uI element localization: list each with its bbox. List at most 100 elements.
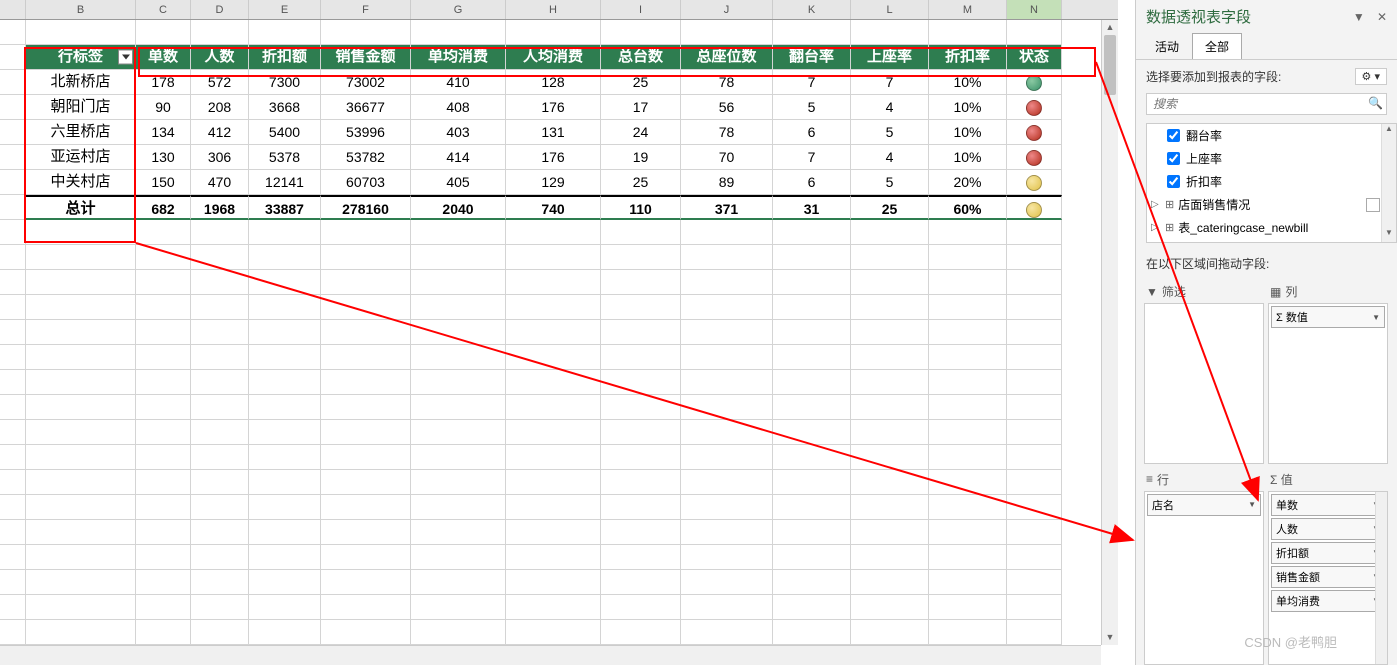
horizontal-scrollbar[interactable] xyxy=(0,645,1101,665)
total-cell[interactable]: 371 xyxy=(681,195,773,220)
data-cell[interactable]: 572 xyxy=(191,70,249,95)
field-search-input[interactable] xyxy=(1146,93,1387,115)
filter-zone[interactable]: ▼筛选 xyxy=(1144,280,1264,464)
data-cell[interactable]: 78 xyxy=(681,70,773,95)
data-cell[interactable]: 470 xyxy=(191,170,249,195)
zone-item[interactable]: Σ 数值▼ xyxy=(1271,306,1385,328)
rows-zone[interactable]: ≡行 店名▼ xyxy=(1144,468,1264,665)
data-cell[interactable]: 70 xyxy=(681,145,773,170)
scroll-thumb[interactable] xyxy=(1104,35,1116,95)
zone-item[interactable]: 单数▼ xyxy=(1271,494,1385,516)
pivot-header[interactable]: 人数 xyxy=(191,45,249,70)
field-item[interactable]: 翻台率 xyxy=(1147,124,1396,147)
data-cell[interactable]: 25 xyxy=(601,70,681,95)
data-cell[interactable]: 403 xyxy=(411,120,506,145)
data-cell[interactable]: 176 xyxy=(506,95,601,120)
data-cell[interactable]: 5 xyxy=(851,120,929,145)
data-cell[interactable]: 134 xyxy=(136,120,191,145)
data-cell[interactable]: 412 xyxy=(191,120,249,145)
data-cell[interactable]: 10% xyxy=(929,145,1007,170)
total-cell[interactable]: 33887 xyxy=(249,195,321,220)
data-cell[interactable]: 410 xyxy=(411,70,506,95)
tab-all[interactable]: 全部 xyxy=(1192,33,1242,59)
data-cell[interactable]: 7300 xyxy=(249,70,321,95)
data-cell[interactable]: 129 xyxy=(506,170,601,195)
data-cell[interactable]: 130 xyxy=(136,145,191,170)
data-cell[interactable]: 89 xyxy=(681,170,773,195)
pivot-header[interactable]: 翻台率 xyxy=(773,45,851,70)
data-cell[interactable]: 128 xyxy=(506,70,601,95)
tab-active[interactable]: 活动 xyxy=(1142,33,1192,59)
pivot-header[interactable]: 状态 xyxy=(1007,45,1062,70)
col-header-L[interactable]: L xyxy=(851,0,929,19)
vertical-scrollbar[interactable]: ▲ ▼ xyxy=(1101,20,1118,645)
col-header-K[interactable]: K xyxy=(773,0,851,19)
data-cell[interactable]: 78 xyxy=(681,120,773,145)
total-cell[interactable]: 278160 xyxy=(321,195,411,220)
total-cell[interactable]: 1968 xyxy=(191,195,249,220)
col-header-G[interactable]: G xyxy=(411,0,506,19)
data-cell[interactable]: 306 xyxy=(191,145,249,170)
pivot-header[interactable]: 单均消费 xyxy=(411,45,506,70)
total-cell[interactable]: 2040 xyxy=(411,195,506,220)
data-cell[interactable]: 5378 xyxy=(249,145,321,170)
data-cell[interactable]: 5400 xyxy=(249,120,321,145)
col-header-N[interactable]: N xyxy=(1007,0,1062,19)
data-cell[interactable]: 24 xyxy=(601,120,681,145)
data-cell[interactable]: 56 xyxy=(681,95,773,120)
data-cell[interactable]: 5 xyxy=(773,95,851,120)
col-header-C[interactable]: C xyxy=(136,0,191,19)
data-cell[interactable]: 178 xyxy=(136,70,191,95)
total-cell[interactable]: 110 xyxy=(601,195,681,220)
data-cell[interactable]: 4 xyxy=(851,145,929,170)
data-cell[interactable]: 36677 xyxy=(321,95,411,120)
data-cell[interactable]: 60703 xyxy=(321,170,411,195)
data-cell[interactable]: 53996 xyxy=(321,120,411,145)
row-label-header[interactable]: 行标签 xyxy=(26,45,136,70)
field-list[interactable]: 翻台率上座率折扣率▷⊞店面销售情况▷⊞表_cateringcase_newbil… xyxy=(1146,123,1397,243)
data-cell[interactable]: 53782 xyxy=(321,145,411,170)
row-label[interactable]: 朝阳门店 xyxy=(26,95,136,120)
zone-item[interactable]: 销售金额▼ xyxy=(1271,566,1385,588)
row-label[interactable]: 中关村店 xyxy=(26,170,136,195)
col-header-H[interactable]: H xyxy=(506,0,601,19)
data-cell[interactable]: 131 xyxy=(506,120,601,145)
total-cell[interactable]: 740 xyxy=(506,195,601,220)
row-label[interactable]: 六里桥店 xyxy=(26,120,136,145)
col-header-I[interactable]: I xyxy=(601,0,681,19)
data-cell[interactable]: 73002 xyxy=(321,70,411,95)
field-scroll-up[interactable]: ▲ xyxy=(1382,124,1396,138)
data-cell[interactable]: 10% xyxy=(929,95,1007,120)
pivot-header[interactable]: 上座率 xyxy=(851,45,929,70)
pivot-header[interactable]: 总台数 xyxy=(601,45,681,70)
pivot-header[interactable]: 折扣额 xyxy=(249,45,321,70)
field-checkbox[interactable] xyxy=(1167,152,1180,165)
zone-item[interactable]: 店名▼ xyxy=(1147,494,1261,516)
data-cell[interactable]: 19 xyxy=(601,145,681,170)
row-label[interactable]: 北新桥店 xyxy=(26,70,136,95)
data-cell[interactable]: 405 xyxy=(411,170,506,195)
data-cell[interactable]: 3668 xyxy=(249,95,321,120)
zone-item[interactable]: 人数▼ xyxy=(1271,518,1385,540)
data-cell[interactable]: 10% xyxy=(929,120,1007,145)
pivot-header[interactable]: 单数 xyxy=(136,45,191,70)
grid-body[interactable]: 行标签单数人数折扣额销售金额单均消费人均消费总台数总座位数翻台率上座率折扣率状态… xyxy=(0,20,1118,665)
gear-button[interactable]: ⚙ ▾ xyxy=(1355,68,1387,85)
zone-item[interactable]: 折扣额▼ xyxy=(1271,542,1385,564)
total-cell[interactable]: 25 xyxy=(851,195,929,220)
field-item[interactable]: 折扣率 xyxy=(1147,170,1396,193)
data-cell[interactable]: 6 xyxy=(773,120,851,145)
data-cell[interactable]: 4 xyxy=(851,95,929,120)
pivot-header[interactable]: 销售金额 xyxy=(321,45,411,70)
search-icon[interactable]: 🔍 xyxy=(1368,96,1383,110)
data-cell[interactable]: 10% xyxy=(929,70,1007,95)
total-cell[interactable]: 31 xyxy=(773,195,851,220)
data-cell[interactable]: 17 xyxy=(601,95,681,120)
field-checkbox[interactable] xyxy=(1167,175,1180,188)
zone-item[interactable]: 单均消费▼ xyxy=(1271,590,1385,612)
data-cell[interactable]: 90 xyxy=(136,95,191,120)
pivot-header[interactable]: 人均消费 xyxy=(506,45,601,70)
scroll-up-button[interactable]: ▲ xyxy=(1102,20,1118,35)
data-cell[interactable]: 176 xyxy=(506,145,601,170)
data-cell[interactable]: 7 xyxy=(773,145,851,170)
